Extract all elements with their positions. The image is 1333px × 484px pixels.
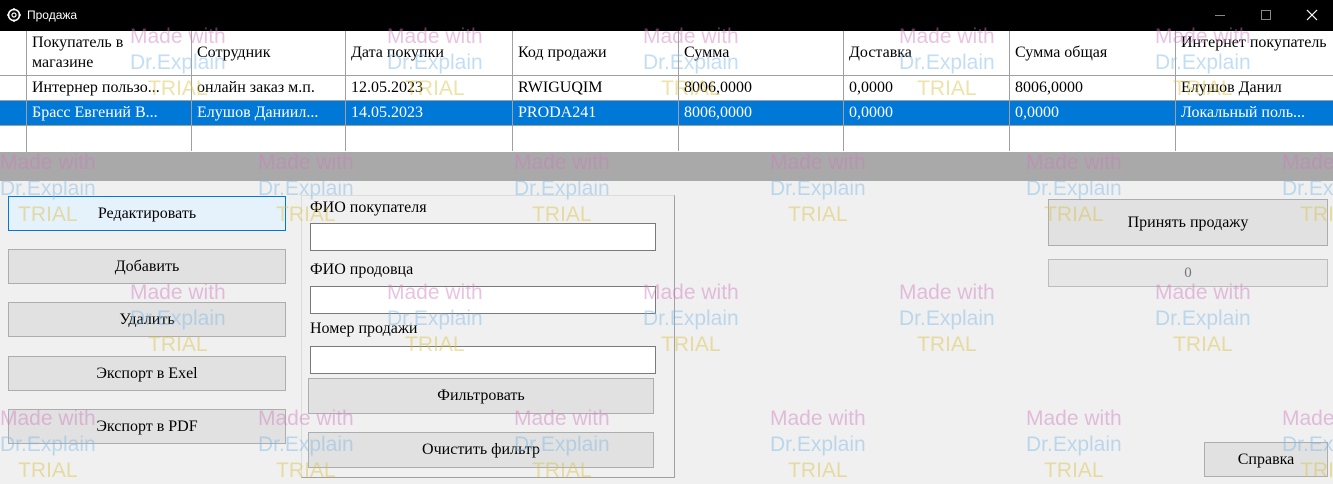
column-header-online-buyer[interactable]: Интернет покупатель [1176, 31, 1333, 76]
export-excel-button[interactable]: Экспорт в Exel [8, 356, 286, 391]
table-cell[interactable]: онлайн заказ м.п. [192, 76, 346, 101]
gear-icon [7, 8, 21, 22]
table-cell[interactable]: Интернер пользо... [27, 76, 192, 101]
table-cell[interactable]: RWIGUQIM [513, 76, 679, 101]
sales-table[interactable]: Покупатель в магазине Сотрудник Дата пок… [0, 31, 1333, 152]
column-header-buyer[interactable]: Покупатель в магазине [27, 31, 192, 76]
table-cell[interactable]: 0,0000 [1010, 101, 1176, 126]
watermark-text: Made withDr.ExplainTRIAL [1155, 280, 1251, 358]
window-title: Продажа [27, 8, 78, 22]
watermark-line: TRIAL [18, 459, 78, 482]
column-header-delivery[interactable]: Доставка [844, 31, 1010, 76]
table-cell[interactable]: PRODA241 [513, 101, 679, 126]
table-cell[interactable] [1176, 126, 1333, 151]
minimize-button[interactable] [1197, 0, 1243, 31]
sale-number-label: Номер продажи [310, 320, 418, 337]
watermark-line: Dr.Explain [770, 433, 866, 456]
table-cell[interactable] [346, 126, 513, 151]
close-button[interactable] [1289, 0, 1333, 31]
row-header-new[interactable] [0, 126, 27, 152]
progress-bar: 0 [1048, 259, 1328, 287]
watermark-line: Made with [770, 407, 866, 430]
table-cell[interactable] [513, 126, 679, 151]
table-cell[interactable]: 0,0000 [844, 76, 1010, 101]
column-header-date[interactable]: Дата покупки [346, 31, 513, 76]
seller-name-label: ФИО продовца [310, 261, 414, 278]
row-header-corner [0, 31, 27, 76]
watermark-line: TRIAL [788, 459, 848, 482]
add-button[interactable]: Добавить [8, 249, 286, 284]
grid-empty-area [0, 152, 1333, 181]
row-header-selected[interactable] [0, 101, 27, 126]
seller-name-input[interactable] [310, 286, 656, 314]
clear-filter-button[interactable]: Очистить фильтр [308, 432, 654, 468]
maximize-icon [1261, 10, 1271, 20]
watermark-text: Made with Dr.Explain TRIAL [899, 280, 995, 358]
table-cell[interactable]: Елушов Даниил... [192, 101, 346, 126]
buyer-name-input[interactable] [310, 223, 656, 251]
column-header-code[interactable]: Код продажи [513, 31, 679, 76]
table-cell[interactable] [192, 126, 346, 151]
watermark-line: TRIAL [1173, 333, 1233, 356]
table-cell[interactable] [844, 126, 1010, 151]
watermark-text: Made with Dr.Explain TRIAL [770, 406, 866, 484]
table-cell[interactable] [1010, 126, 1176, 151]
filter-button[interactable]: Фильтровать [308, 378, 654, 414]
watermark-text: Made with Dr.Explain TRIAL [1026, 406, 1122, 484]
row-header[interactable] [0, 76, 27, 101]
table-cell[interactable]: 0,0000 [844, 101, 1010, 126]
table-cell[interactable]: 8006,0000 [679, 76, 844, 101]
column-header-total[interactable]: Сумма общая [1010, 31, 1176, 76]
delete-button[interactable]: Удалить [8, 302, 286, 337]
table-cell[interactable]: 12.05.2023 [346, 76, 513, 101]
title-bar: Продажа [0, 0, 1333, 31]
watermark-line: Dr.Explain [1026, 433, 1122, 456]
watermark-line: TRIAL [1044, 459, 1104, 482]
watermark-line: Made with [1026, 407, 1122, 430]
table-cell[interactable] [27, 126, 192, 151]
table-cell[interactable]: Елушов Данил [1176, 76, 1333, 101]
table-cell[interactable]: 8006,0000 [679, 101, 844, 126]
table-cell[interactable]: Брасс Евгений В... [27, 101, 192, 126]
column-header-sum[interactable]: Сумма [679, 31, 844, 76]
maximize-button[interactable] [1243, 0, 1289, 31]
buyer-name-label: ФИО покупателя [310, 199, 427, 216]
watermark-line: Made with [899, 281, 995, 304]
watermark-line: TRIAL [917, 333, 977, 356]
watermark-line: Made with [1282, 407, 1333, 430]
table-cell[interactable] [679, 126, 844, 151]
edit-button[interactable]: Редактировать [8, 196, 286, 231]
accept-sale-button[interactable]: Принять продажу [1048, 199, 1328, 246]
sale-number-input[interactable] [310, 346, 656, 374]
help-button[interactable]: Справка [1204, 442, 1328, 477]
table-cell[interactable]: Локальный поль... [1176, 101, 1333, 126]
watermark-line: Dr.Explain [899, 307, 995, 330]
table-cell[interactable]: 14.05.2023 [346, 101, 513, 126]
watermark-line: TRIAL [788, 203, 848, 226]
minimize-icon [1215, 15, 1225, 16]
close-icon [1306, 9, 1318, 21]
column-header-employee[interactable]: Сотрудник [192, 31, 346, 76]
table-cell[interactable]: 8006,0000 [1010, 76, 1176, 101]
watermark-line: Dr.Explain [1155, 307, 1251, 330]
export-pdf-button[interactable]: Экспорт в PDF [8, 409, 286, 444]
